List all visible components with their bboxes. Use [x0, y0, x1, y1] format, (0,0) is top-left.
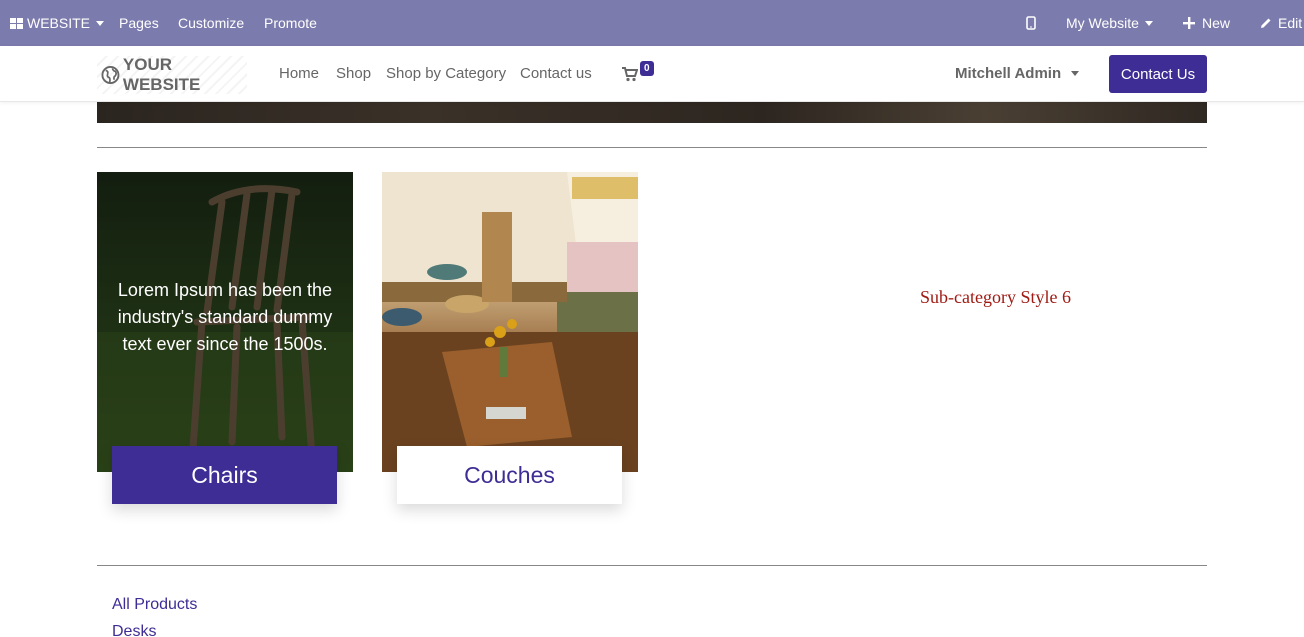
nav-shop[interactable]: Shop: [336, 65, 371, 82]
category-description: Lorem Ipsum has been the industry's stan…: [117, 280, 333, 354]
divider: [97, 147, 1207, 148]
category-card-couches[interactable]: [382, 172, 638, 472]
edit-label: Edit: [1278, 15, 1303, 31]
link-all-products[interactable]: All Products: [112, 596, 197, 614]
customize-menu[interactable]: Customize: [178, 0, 244, 46]
promote-menu[interactable]: Promote: [264, 0, 317, 46]
new-label: New: [1202, 15, 1231, 31]
globe-icon: [101, 66, 120, 84]
nav-shop-by-category[interactable]: Shop by Category: [386, 65, 506, 82]
nav-contact-us[interactable]: Contact us: [520, 65, 592, 82]
subcategory-title: Sub-category Style 6: [920, 287, 1071, 307]
website-menu-label: WEBSITE: [27, 15, 91, 31]
category-label-chairs[interactable]: Chairs: [112, 446, 337, 504]
chevron-down-icon: [1144, 20, 1153, 26]
pencil-icon: [1261, 18, 1271, 28]
chevron-down-icon: [96, 20, 105, 26]
logo-text: YOUR WEBSITE: [122, 55, 201, 94]
admin-bar: WEBSITE Pages Customize Promote My Websi…: [0, 0, 1304, 46]
pages-menu[interactable]: Pages: [119, 0, 159, 46]
user-name: Mitchell Admin: [955, 65, 1062, 82]
shopping-cart-icon: [622, 67, 638, 82]
nav-home[interactable]: Home: [279, 65, 319, 82]
living-room-image: [382, 172, 638, 472]
plus-icon: [1183, 17, 1195, 29]
site-logo[interactable]: YOUR WEBSITE: [97, 55, 247, 94]
category-label-couches[interactable]: Couches: [397, 446, 622, 504]
category-card-chairs[interactable]: Lorem Ipsum has been the industry's stan…: [97, 172, 353, 472]
divider: [97, 565, 1207, 566]
contact-us-button[interactable]: Contact Us: [1109, 55, 1207, 93]
cart-count-badge: 0: [640, 61, 654, 76]
cart-button[interactable]: 0: [622, 61, 662, 85]
apps-grid-icon: [10, 17, 23, 29]
link-desks[interactable]: Desks: [112, 623, 156, 637]
website-menu[interactable]: WEBSITE: [10, 0, 105, 46]
user-menu[interactable]: Mitchell Admin: [955, 65, 1080, 82]
site-header: YOUR WEBSITE Home Shop Shop by Category …: [0, 46, 1304, 102]
my-website-menu[interactable]: My Website: [1066, 0, 1153, 46]
mobile-icon: [1026, 16, 1036, 30]
banner-image: [97, 102, 1207, 123]
chevron-down-icon: [1071, 71, 1080, 76]
edit-button[interactable]: Edit: [1260, 0, 1302, 46]
mobile-preview-button[interactable]: [1026, 0, 1036, 46]
new-button[interactable]: New: [1183, 0, 1230, 46]
my-website-label: My Website: [1066, 15, 1139, 31]
